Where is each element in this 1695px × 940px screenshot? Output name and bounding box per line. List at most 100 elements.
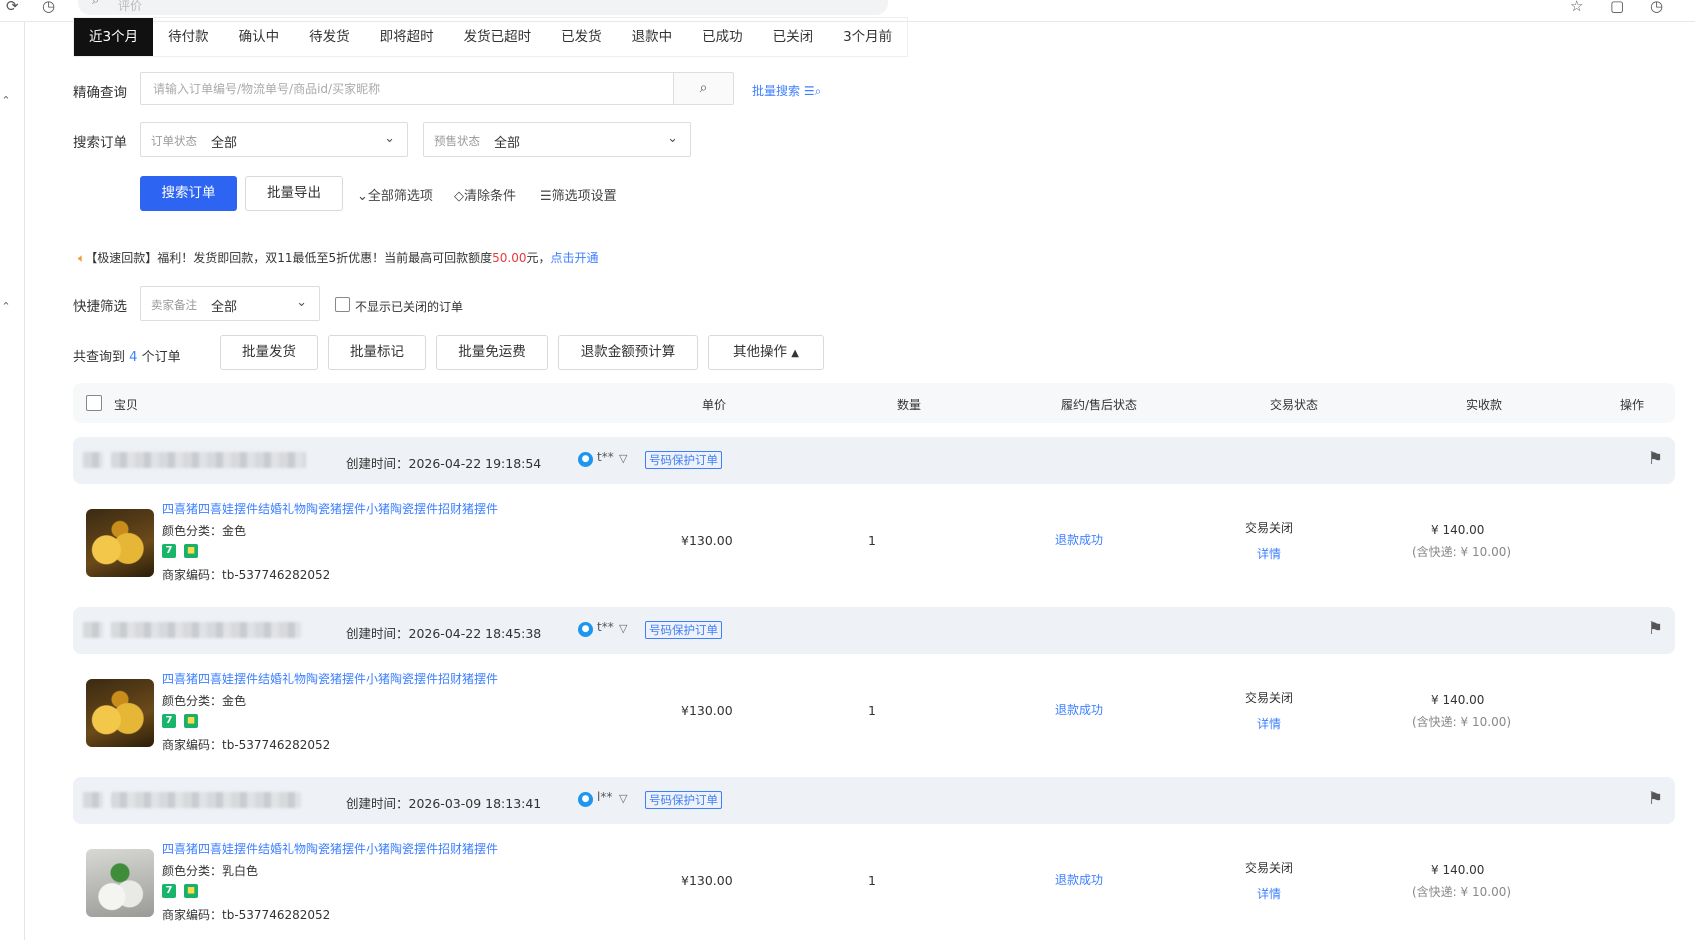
table-header: 宝贝 单价 数量 履约/售后状态 交易状态 实收款 操作 — [73, 383, 1675, 423]
received-amount: ¥ 140.00 — [1431, 523, 1485, 537]
summary-prefix: 共查询到 — [73, 350, 126, 365]
product-thumbnail[interactable] — [86, 679, 154, 747]
exact-search-label: 精确查询 — [73, 85, 127, 101]
order-number-redacted — [111, 622, 301, 638]
search-button[interactable]: ⌕ — [673, 73, 733, 104]
detail-link[interactable]: 详情 — [1257, 715, 1281, 732]
batch-export-button[interactable]: 批量导出 — [245, 176, 343, 211]
flag-icon[interactable]: ⚑ — [1648, 789, 1663, 809]
buyer-chat-icon[interactable]: ● — [578, 452, 593, 467]
col-qty: 数量 — [897, 398, 922, 412]
flag-icon[interactable]: ⚑ — [1648, 619, 1663, 639]
flag-icon[interactable]: ⚑ — [1648, 449, 1663, 469]
select-all-checkbox[interactable] — [86, 395, 102, 411]
order-status-value: 全部 — [211, 136, 238, 151]
col-ops: 操作 — [1620, 398, 1645, 412]
detail-link[interactable]: 详情 — [1257, 545, 1281, 562]
tab-9[interactable]: 已关闭 — [758, 18, 829, 56]
buyer-name[interactable]: l** — [597, 790, 612, 804]
tab-10[interactable]: 3个月前 — [828, 18, 907, 56]
product-title[interactable]: 四喜猪四喜娃摆件结婚礼物陶瓷猪摆件小猪陶瓷摆件招财猪摆件 — [162, 840, 498, 857]
detail-link[interactable]: 详情 — [1257, 885, 1281, 902]
presale-status-select[interactable]: 预售状态 全部 ⌄ — [423, 122, 691, 157]
shipping-included: (含快递: ¥ 10.00) — [1412, 545, 1512, 559]
collapse-caret-icon[interactable]: ⌃ — [0, 94, 12, 107]
address-bar[interactable]: ⌕ 评价 — [78, 0, 888, 15]
merchant-code: 商家编码：tb-537746282052 — [162, 568, 331, 582]
tab-4[interactable]: 即将超时 — [365, 18, 449, 56]
batch-ship-button[interactable]: 批量发货 — [220, 335, 318, 370]
col-trade-status: 交易状态 — [1270, 398, 1319, 412]
notice-link[interactable]: 点击开通 — [551, 251, 599, 265]
shipping-included: (含快递: ¥ 10.00) — [1412, 885, 1512, 899]
presale-status-value: 全部 — [494, 136, 521, 151]
tab-6[interactable]: 已发货 — [546, 18, 617, 56]
left-rail: ⌃ ⌃ — [0, 22, 25, 940]
trade-status: 交易关闭 — [1245, 691, 1294, 705]
product-thumbnail[interactable] — [86, 509, 154, 577]
tab-8[interactable]: 已成功 — [687, 18, 758, 56]
order-number-redacted — [111, 452, 306, 468]
promo-notice: 🔈︎【极速回款】福利！发货即回款，双11最低至5折优惠！当前最高可回款额度50.… — [78, 249, 599, 266]
clear-filters-button[interactable]: ◇清除条件 — [454, 185, 516, 204]
presale-status-key: 预售状态 — [434, 134, 480, 148]
tab-5[interactable]: 发货已超时 — [449, 18, 547, 56]
notice-amount: 50.00 — [492, 251, 527, 265]
collections-icon[interactable]: ▢ — [1610, 0, 1624, 14]
filter-icon[interactable]: ▽ — [619, 792, 627, 805]
buyer-chat-icon[interactable]: ● — [578, 622, 593, 637]
quantity: 1 — [868, 873, 876, 888]
order-header: 创建时间：2026-03-09 18:13:41 ● l** ▽ 号码保护订单 ⚑ — [73, 777, 1675, 824]
product-spec: 颜色分类：金色 — [162, 694, 247, 708]
tab-3[interactable]: 待发货 — [294, 18, 365, 56]
seven-day-return-icon: 7 — [162, 714, 176, 728]
buyer-name[interactable]: t** — [597, 450, 614, 464]
star-icon[interactable]: ☆ — [1570, 0, 1583, 14]
chevron-down-icon: ⌄ — [357, 189, 368, 204]
filter-icon[interactable]: ▽ — [619, 622, 627, 635]
tab-2[interactable]: 确认中 — [224, 18, 295, 56]
created-time: 创建时间：2026-04-22 19:18:54 — [346, 456, 542, 471]
tab-7[interactable]: 退款中 — [617, 18, 688, 56]
quantity: 1 — [868, 703, 876, 718]
batch-search-link[interactable]: 批量搜索 ☰⌕ — [752, 82, 821, 99]
history-icon[interactable]: ◷ — [42, 0, 55, 14]
product-title[interactable]: 四喜猪四喜娃摆件结婚礼物陶瓷猪摆件小猪陶瓷摆件招财猪摆件 — [162, 670, 498, 687]
more-actions-button[interactable]: 其他操作 ▲ — [708, 335, 824, 370]
hide-closed-label: 不显示已关闭的订单 — [355, 300, 464, 314]
batch-mark-button[interactable]: 批量标记 — [328, 335, 426, 370]
all-filters-toggle[interactable]: ⌄全部筛选项 — [357, 185, 433, 204]
order-checkbox-redacted — [83, 452, 103, 468]
col-after-sale: 履约/售后状态 — [1061, 398, 1138, 412]
unit-price: ¥130.00 — [681, 703, 733, 718]
seller-remark-select[interactable]: 卖家备注 全部 ⌄ — [140, 286, 320, 321]
hide-closed-checkbox[interactable] — [335, 297, 350, 312]
product-title[interactable]: 四喜猪四喜娃摆件结婚礼物陶瓷猪摆件小猪陶瓷摆件招财猪摆件 — [162, 500, 498, 517]
after-sale-status[interactable]: 退款成功 — [1055, 531, 1103, 548]
quantity: 1 — [868, 533, 876, 548]
product-thumbnail[interactable] — [86, 849, 154, 917]
refund-precalc-button[interactable]: 退款金额预计算 — [558, 335, 698, 370]
batch-free-shipping-button[interactable]: 批量免运费 — [436, 335, 548, 370]
notice-text: 【极速回款】福利！发货即回款，双11最低至5折优惠！当前最高可回款额度 — [85, 251, 493, 265]
filter-settings-button[interactable]: ☰筛选项设置 — [540, 185, 617, 204]
reload-icon[interactable]: ⟳ — [6, 0, 19, 14]
order-status-select[interactable]: 订单状态 全部 ⌄ — [140, 122, 408, 157]
all-filters-label: 全部筛选项 — [367, 189, 433, 204]
chevron-down-icon: ⌄ — [296, 295, 307, 310]
search-orders-button[interactable]: 搜索订单 — [140, 176, 237, 211]
collapse-caret-icon[interactable]: ⌃ — [0, 300, 12, 313]
after-sale-status[interactable]: 退款成功 — [1055, 871, 1103, 888]
search-input[interactable] — [141, 73, 673, 104]
filter-icon[interactable]: ▽ — [619, 452, 627, 465]
order-status-key: 订单状态 — [151, 134, 197, 148]
after-sale-status[interactable]: 退款成功 — [1055, 701, 1103, 718]
buyer-name[interactable]: t** — [597, 620, 614, 634]
tab-1[interactable]: 待付款 — [153, 18, 224, 56]
privacy-badge: 号码保护订单 — [645, 621, 722, 639]
tab-0[interactable]: 近3个月 — [74, 18, 154, 56]
chevron-down-icon: ⌄ — [667, 131, 678, 146]
clock-icon[interactable]: ◷ — [1650, 0, 1663, 14]
product-spec: 颜色分类：金色 — [162, 524, 247, 538]
buyer-chat-icon[interactable]: ● — [578, 792, 593, 807]
